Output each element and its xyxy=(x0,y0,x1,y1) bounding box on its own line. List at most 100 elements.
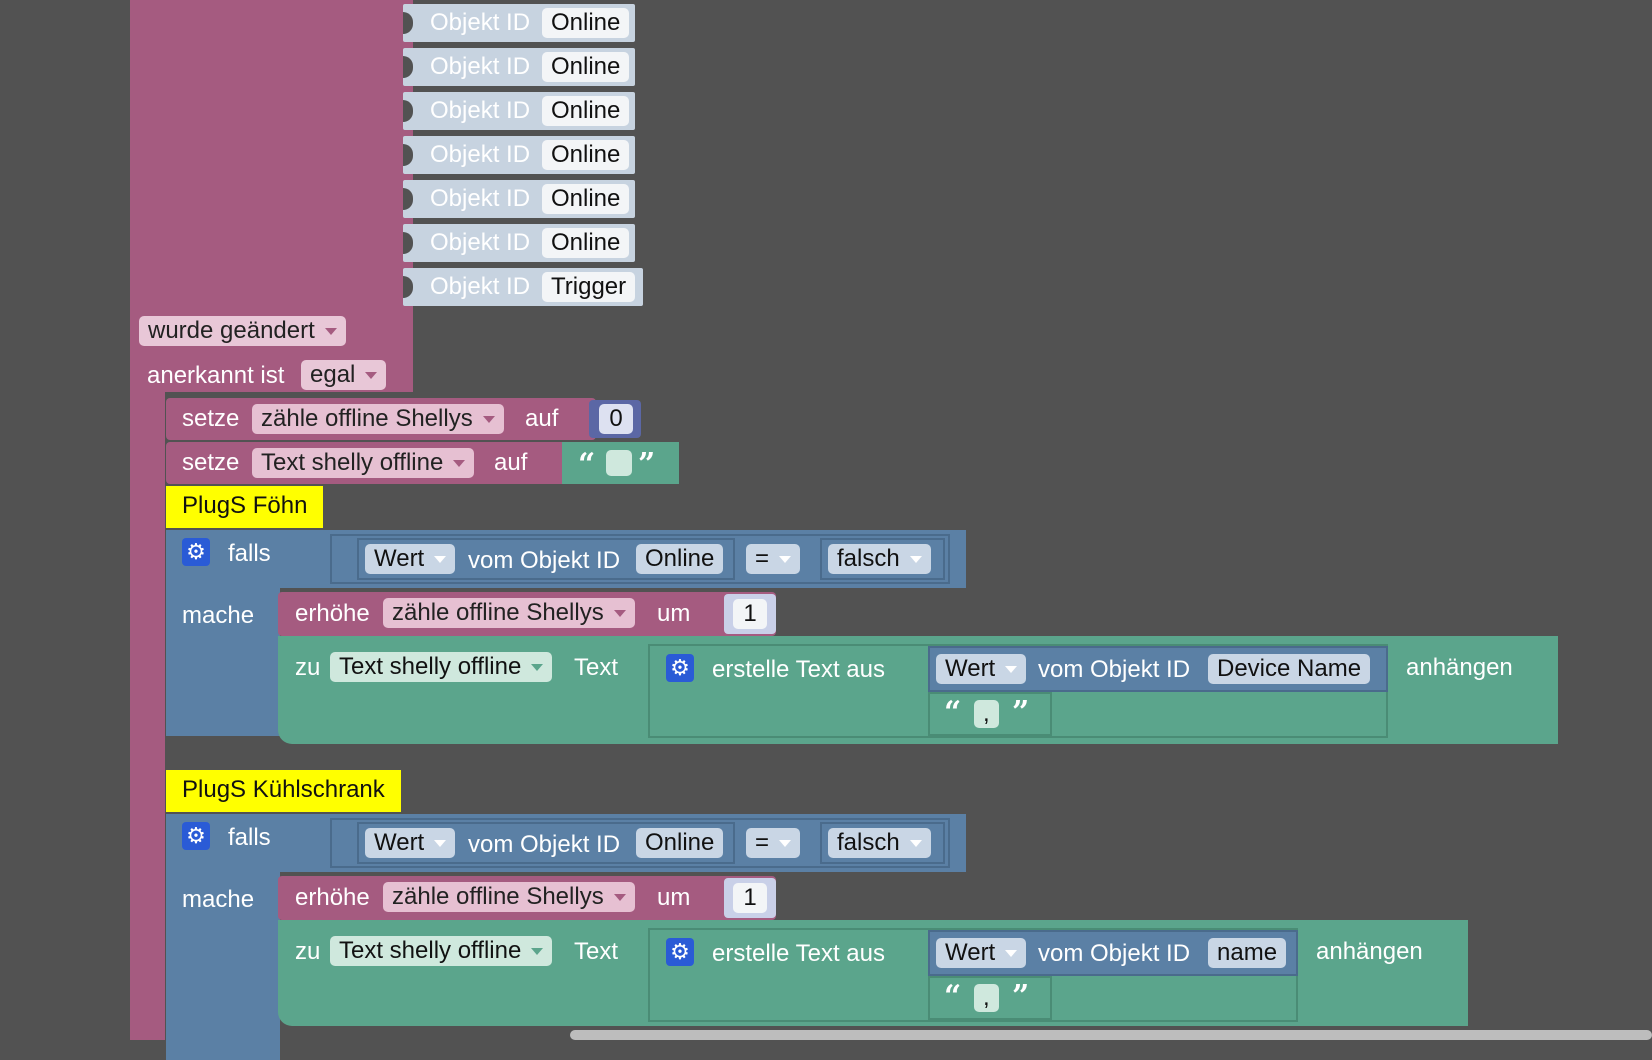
object-id-label: Objekt ID xyxy=(430,273,531,300)
mache-label: mache xyxy=(182,602,255,629)
bool-dropdown[interactable]: falsch xyxy=(828,828,931,858)
text-var-dropdown[interactable]: Text shelly offline xyxy=(330,936,553,966)
chevron-down-icon xyxy=(434,840,447,848)
auf-label: auf xyxy=(525,405,559,432)
value-type-dropdown[interactable]: Wert xyxy=(365,544,456,574)
create-text-label: erstelle Text aus xyxy=(712,656,885,683)
mache-label: mache xyxy=(182,886,255,913)
object-id-label: Objekt ID xyxy=(430,9,531,36)
object-field[interactable]: Online xyxy=(636,828,724,858)
object-id-block[interactable]: Objekt ID Online xyxy=(403,4,635,42)
object-id-label: Objekt ID xyxy=(430,229,531,256)
append-label: anhängen xyxy=(1406,654,1513,681)
text-var-label: Text shelly offline xyxy=(339,937,522,964)
chevron-down-icon xyxy=(531,664,544,672)
chevron-down-icon xyxy=(1005,666,1018,674)
value-type-label: Wert xyxy=(374,545,425,572)
separator-field[interactable]: , xyxy=(974,700,999,728)
object-id-field[interactable]: Online xyxy=(542,52,630,82)
operator-dropdown[interactable]: = xyxy=(746,828,801,858)
object-id-field[interactable]: Online xyxy=(542,184,630,214)
separator-field[interactable]: , xyxy=(974,984,999,1012)
change-dropdown-label: wurde geändert xyxy=(148,317,315,344)
vom-objekt-label: vom Objekt ID xyxy=(468,831,621,858)
gear-icon[interactable]: ⚙ xyxy=(666,654,694,682)
connector-notch xyxy=(403,276,413,298)
connector-notch xyxy=(403,100,413,122)
object-id-block[interactable]: Objekt ID Online xyxy=(403,224,635,262)
auf-label: auf xyxy=(494,449,528,476)
vom-objekt-label: vom Objekt ID xyxy=(1038,656,1191,683)
zu-label: zu xyxy=(295,938,321,965)
increment-var-label: zähle offline Shellys xyxy=(392,883,604,910)
quote-close-icon: ” xyxy=(1012,979,1030,1014)
object-id-field[interactable]: Online xyxy=(542,228,630,258)
increment-var-label: zähle offline Shellys xyxy=(392,599,604,626)
chevron-down-icon xyxy=(613,894,626,902)
number-field[interactable]: 1 xyxy=(733,883,767,913)
ack-dropdown-label: egal xyxy=(310,361,356,388)
create-text-label: erstelle Text aus xyxy=(712,940,885,967)
um-label: um xyxy=(657,600,691,627)
set-var-dropdown[interactable]: zähle offline Shellys xyxy=(252,404,504,434)
falls-label: falls xyxy=(228,824,271,851)
quote-close-icon: ” xyxy=(638,447,656,482)
object-id-block[interactable]: Objekt ID Online xyxy=(403,180,635,218)
zu-label: zu xyxy=(295,654,321,681)
empty-text-field[interactable] xyxy=(606,450,632,476)
gear-icon[interactable]: ⚙ xyxy=(182,538,210,566)
value-type-dropdown[interactable]: Wert xyxy=(365,828,456,858)
connector-notch xyxy=(403,12,413,34)
connector-notch xyxy=(403,144,413,166)
object-id-field[interactable]: Online xyxy=(542,140,630,170)
set-var-label: Text shelly offline xyxy=(261,449,444,476)
bool-dropdown[interactable]: falsch xyxy=(828,544,931,574)
value-type-dropdown[interactable]: Wert xyxy=(936,654,1027,684)
object-id-block[interactable]: Objekt ID Trigger xyxy=(403,268,643,306)
trigger-block-spine xyxy=(130,390,165,1040)
number-field[interactable]: 1 xyxy=(733,599,767,629)
chevron-down-icon xyxy=(909,556,922,564)
chevron-down-icon xyxy=(324,328,337,336)
quote-open-icon: “ xyxy=(578,447,596,482)
bool-label: falsch xyxy=(837,829,900,856)
set-var-dropdown[interactable]: Text shelly offline xyxy=(252,448,475,478)
comment-label[interactable]: PlugS Föhn xyxy=(166,486,324,528)
change-dropdown[interactable]: wurde geändert xyxy=(139,316,346,346)
chevron-down-icon xyxy=(909,840,922,848)
horizontal-scrollbar[interactable] xyxy=(570,1030,1652,1040)
object-id-field[interactable]: Trigger xyxy=(542,272,636,302)
number-field[interactable]: 0 xyxy=(599,404,633,434)
object-field[interactable]: Online xyxy=(636,544,724,574)
object-field[interactable]: name xyxy=(1208,938,1287,968)
object-id-block[interactable]: Objekt ID Online xyxy=(403,136,635,174)
text-label: Text xyxy=(574,938,619,965)
append-label: anhängen xyxy=(1316,938,1423,965)
gear-icon[interactable]: ⚙ xyxy=(666,938,694,966)
increment-var-dropdown[interactable]: zähle offline Shellys xyxy=(383,598,635,628)
object-id-block[interactable]: Objekt ID Online xyxy=(403,48,635,86)
ack-dropdown[interactable]: egal xyxy=(301,360,387,390)
value-type-label: Wert xyxy=(945,655,996,682)
value-type-label: Wert xyxy=(374,829,425,856)
increment-label: erhöhe xyxy=(295,600,370,627)
gear-icon[interactable]: ⚙ xyxy=(182,822,210,850)
chevron-down-icon xyxy=(482,416,495,424)
connector-notch xyxy=(403,232,413,254)
object-field[interactable]: Device Name xyxy=(1208,654,1371,684)
operator-dropdown[interactable]: = xyxy=(746,544,801,574)
value-type-dropdown[interactable]: Wert xyxy=(936,938,1027,968)
operator-label: = xyxy=(755,545,770,572)
quote-close-icon: ” xyxy=(1012,695,1030,730)
object-id-field[interactable]: Online xyxy=(542,8,630,38)
operator-label: = xyxy=(755,829,770,856)
chevron-down-icon xyxy=(434,556,447,564)
increment-var-dropdown[interactable]: zähle offline Shellys xyxy=(383,882,635,912)
object-id-block[interactable]: Objekt ID Online xyxy=(403,92,635,130)
object-id-label: Objekt ID xyxy=(430,53,531,80)
text-var-dropdown[interactable]: Text shelly offline xyxy=(330,652,553,682)
increment-label: erhöhe xyxy=(295,884,370,911)
object-id-field[interactable]: Online xyxy=(542,96,630,126)
chevron-down-icon xyxy=(531,948,544,956)
comment-label[interactable]: PlugS Kühlschrank xyxy=(166,770,401,812)
